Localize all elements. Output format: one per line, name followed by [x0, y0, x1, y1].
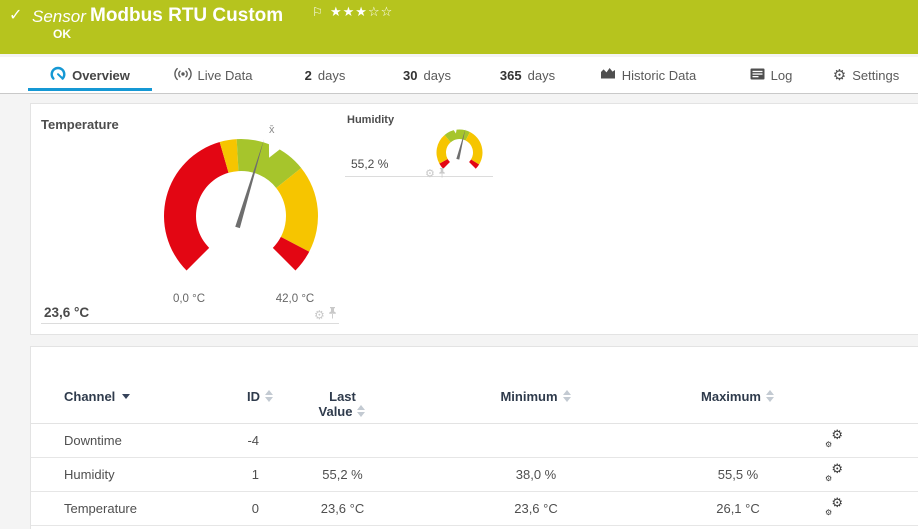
table-row-temperature: Temperature 0 23,6 °C 23,6 °C 26,1 °C ⚙ ⚙ [31, 492, 918, 526]
tab-2-days[interactable]: 2 days [300, 57, 350, 93]
tab-label: days [317, 67, 346, 83]
table-row-downtime: Downtime -4 ⚙ ⚙ [31, 424, 918, 458]
tab-label: Log [770, 67, 793, 83]
gauge-max-label: 42,0 °C [275, 293, 315, 305]
average-marker-label: x̄ [269, 124, 275, 136]
gear-icon: ⚙ [832, 66, 847, 84]
channel-settings-icon[interactable]: ⚙ ⚙ [825, 496, 843, 517]
status-badge: OK [53, 27, 71, 41]
tab-label: Historic Data [621, 67, 697, 83]
sensor-overview-page: ✓ Sensor Modbus RTU Custom ⚐ ★★★☆☆ OK Ov… [0, 0, 918, 529]
tab-log[interactable]: Log [748, 57, 794, 93]
tab-30-days[interactable]: 30 days [398, 57, 456, 93]
channel-settings-icon[interactable]: ⚙ ⚙ [825, 428, 843, 449]
column-header-maximum[interactable]: Maximum [661, 347, 815, 423]
channel-name: Humidity [64, 467, 115, 482]
sort-icon [765, 390, 775, 402]
tab-number: 365 [499, 67, 522, 83]
column-label: Minimum [500, 389, 558, 404]
table-header-row: Channel ID Last Value Minimum Maximum [31, 347, 918, 424]
tab-live-data[interactable]: Live Data [170, 57, 256, 93]
gauge-current-value: 23,6 °C [44, 305, 90, 320]
pin-icon[interactable] [328, 306, 337, 324]
temperature-gauge [163, 138, 318, 271]
channel-last-value: 55,2 % [322, 467, 363, 482]
gauge-title: Humidity [347, 114, 395, 126]
pin-icon[interactable] [438, 165, 446, 183]
log-icon [750, 68, 765, 83]
gauge-current-value: 55,2 % [351, 157, 389, 171]
gauge-title: Temperature [41, 117, 119, 132]
tab-label: Settings [852, 67, 900, 83]
column-header-minimum[interactable]: Minimum [411, 347, 661, 423]
historic-data-icon [600, 67, 616, 83]
gauge-min-label: 0,0 °C [172, 293, 206, 305]
column-label: Maximum [701, 389, 761, 404]
channel-id: -4 [247, 433, 259, 448]
column-header-channel[interactable]: Channel [31, 347, 221, 423]
channel-name: Temperature [64, 501, 137, 516]
sort-icon [357, 405, 366, 417]
column-header-last-value[interactable]: Last Value [274, 347, 411, 423]
channel-name: Downtime [64, 433, 122, 448]
tab-label: days [423, 67, 451, 83]
gauge-settings-icon[interactable]: ⚙ [314, 309, 325, 321]
column-label: Channel [64, 389, 116, 404]
sensor-kind-label: Sensor [32, 7, 86, 26]
channel-settings-icon[interactable]: ⚙ ⚙ [825, 462, 843, 483]
sort-icon [562, 390, 572, 402]
status-check-icon: ✓ [9, 7, 23, 24]
tab-label: Live Data [197, 67, 253, 83]
channel-last-value: 23,6 °C [320, 501, 365, 516]
tab-bar: Overview Live Data 2 days 30 days 365 da… [0, 57, 918, 94]
tab-label: Overview [72, 67, 130, 83]
live-data-icon [173, 67, 192, 84]
sort-desc-icon [122, 394, 131, 399]
channel-maximum: 26,1 °C [716, 501, 760, 516]
sensor-header: ✓ Sensor Modbus RTU Custom ⚐ ★★★☆☆ OK [0, 0, 918, 54]
column-header-id[interactable]: ID [221, 347, 274, 423]
channel-maximum: 55,5 % [717, 467, 759, 482]
temperature-gauge-block: Temperature x̄ 0,0 °C 42,0 °C 23,6 °C ⚙ [41, 114, 339, 324]
channel-id: 1 [251, 467, 259, 482]
column-label: Last Value [318, 389, 356, 419]
tab-number: 30 [403, 67, 418, 83]
gauges-panel: Temperature x̄ 0,0 °C 42,0 °C 23,6 °C ⚙ … [30, 103, 918, 335]
priority-stars[interactable]: ★★★☆☆ [330, 4, 393, 20]
tab-overview[interactable]: Overview [28, 57, 152, 93]
channel-id: 0 [251, 501, 259, 516]
channel-minimum: 23,6 °C [514, 501, 558, 516]
channels-table: Channel ID Last Value Minimum Maximum Do… [30, 346, 918, 529]
gauge-settings-icon[interactable]: ⚙ [425, 168, 435, 180]
tab-settings[interactable]: ⚙ Settings [832, 57, 900, 93]
gauge-icon [50, 66, 66, 84]
page-title: Modbus RTU Custom [90, 5, 284, 26]
column-label: ID [247, 389, 260, 404]
channel-minimum: 38,0 % [515, 467, 557, 482]
priority-flag-icon[interactable]: ⚐ [312, 5, 323, 19]
humidity-gauge-block: Humidity 55,2 % ⚙ [345, 114, 493, 180]
sort-icon [265, 390, 274, 402]
tab-label: days [527, 67, 556, 83]
tab-historic-data[interactable]: Historic Data [598, 57, 698, 93]
tab-365-days[interactable]: 365 days [495, 57, 560, 93]
table-row-humidity: Humidity 1 55,2 % 38,0 % 55,5 % ⚙ ⚙ [31, 458, 918, 492]
tab-number: 2 [304, 67, 312, 83]
